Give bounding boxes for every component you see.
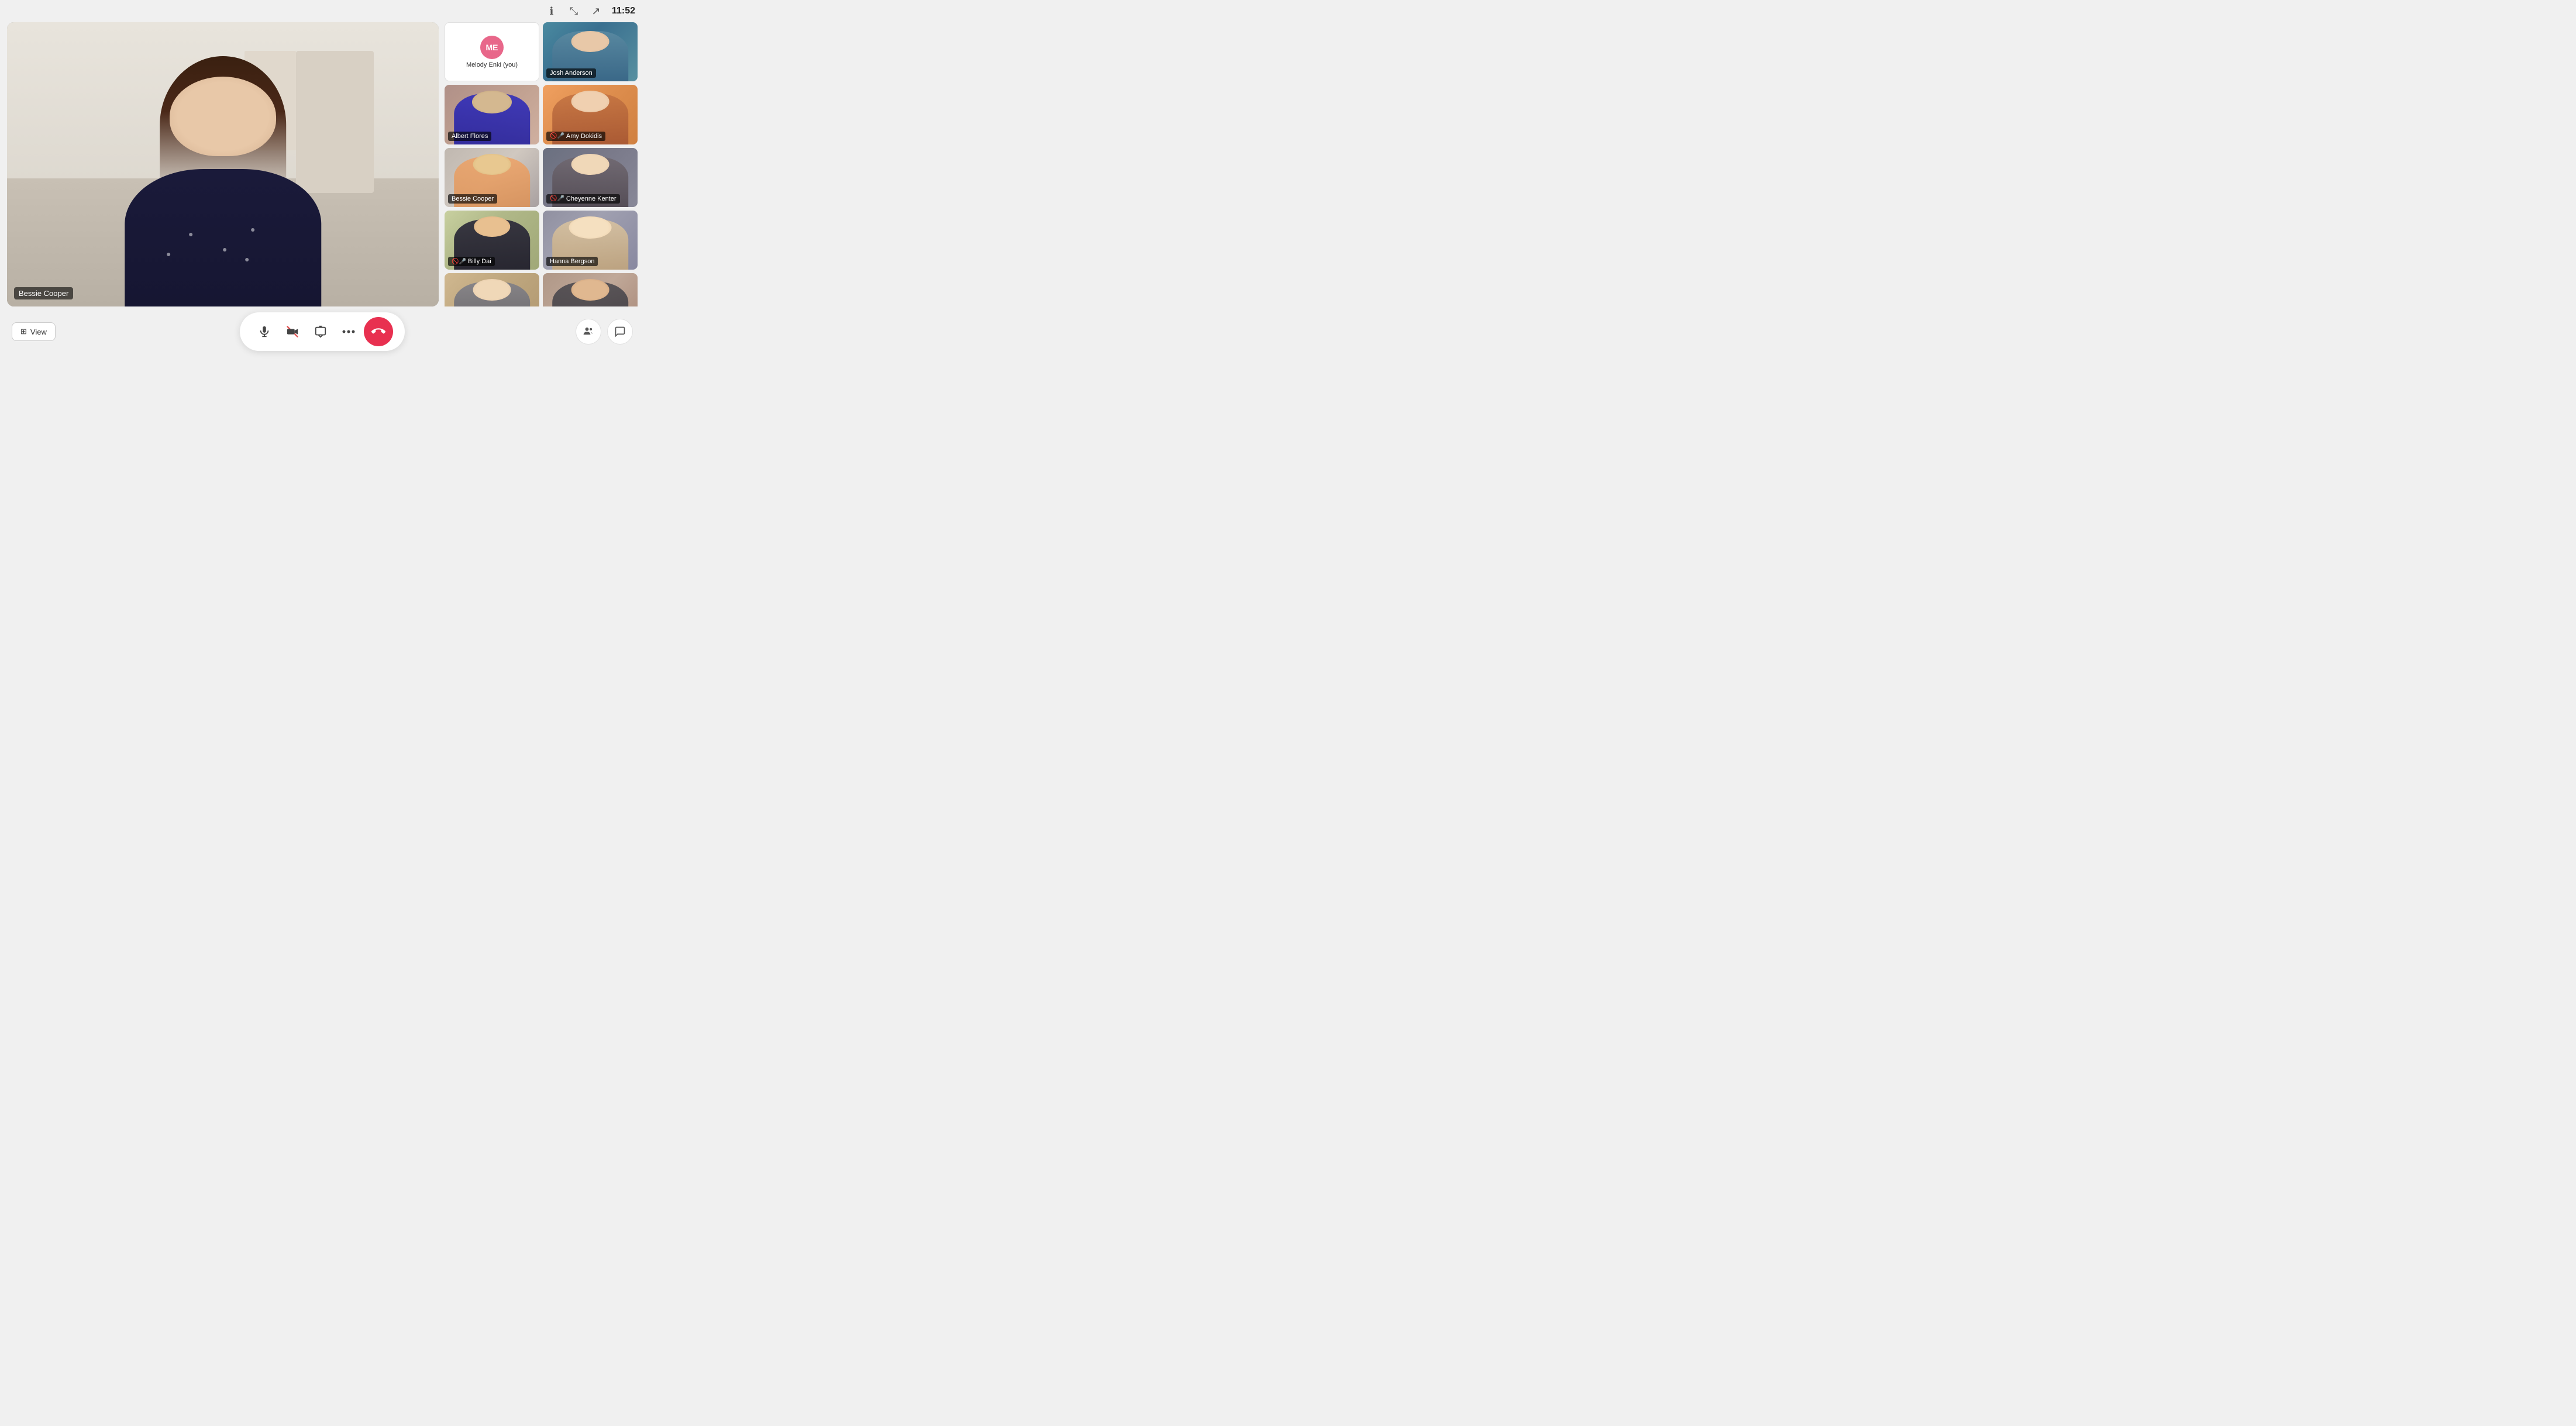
chat-button[interactable] bbox=[607, 319, 633, 345]
tile-hanna[interactable]: Hanna Bergson bbox=[543, 211, 638, 270]
popout-icon[interactable]: ↗ bbox=[590, 5, 602, 18]
hanna-label: Hanna Bergson bbox=[546, 257, 598, 266]
video-button[interactable] bbox=[280, 319, 305, 345]
tile-billy[interactable]: 🚫🎤Billy Dai bbox=[445, 211, 539, 270]
more-button[interactable] bbox=[336, 319, 361, 345]
tile-melody[interactable]: ME Melody Enki (you) bbox=[445, 22, 539, 81]
top-bar: ℹ ⤡ ↗ 11:52 bbox=[0, 0, 645, 22]
bottom-right-icons bbox=[576, 319, 633, 345]
tile-cheyenne[interactable]: 🚫🎤Cheyenne Kenter bbox=[543, 148, 638, 207]
view-button[interactable]: ⊞ View bbox=[12, 322, 56, 341]
view-label: View bbox=[30, 328, 47, 336]
tile-kathryn[interactable]: Kathryn Murphy bbox=[445, 273, 539, 306]
end-call-button[interactable] bbox=[364, 317, 393, 346]
tile-amy[interactable]: 🚫🎤Amy Dokidis bbox=[543, 85, 638, 144]
main-video: Bessie Cooper bbox=[7, 22, 439, 306]
josh-label: Josh Anderson bbox=[546, 68, 596, 78]
mic-button[interactable] bbox=[252, 319, 277, 345]
right-panel: ME Melody Enki (you) Josh Anderson Alber… bbox=[439, 22, 638, 306]
cheyenne-muted-icon: 🚫🎤 bbox=[550, 195, 564, 202]
amy-label: 🚫🎤Amy Dokidis bbox=[546, 132, 605, 141]
billy-muted-icon: 🚫🎤 bbox=[452, 259, 466, 265]
clock: 11:52 bbox=[612, 6, 635, 16]
main-video-feed bbox=[7, 22, 439, 306]
shrink-icon[interactable]: ⤡ bbox=[567, 5, 580, 18]
controls-pill bbox=[240, 312, 405, 351]
tile-josh[interactable]: Josh Anderson bbox=[543, 22, 638, 81]
participants-grid: ME Melody Enki (you) Josh Anderson Alber… bbox=[445, 22, 638, 306]
amy-muted-icon: 🚫🎤 bbox=[550, 133, 564, 139]
bessie-label: Bessie Cooper bbox=[448, 194, 497, 204]
people-button[interactable] bbox=[576, 319, 601, 345]
albert-label: Albert Flores bbox=[448, 132, 491, 141]
bottom-bar: ⊞ View bbox=[0, 306, 645, 357]
tile-albert[interactable]: Albert Flores bbox=[445, 85, 539, 144]
tile-bessie[interactable]: Bessie Cooper bbox=[445, 148, 539, 207]
melody-avatar: ME bbox=[480, 36, 504, 59]
main-video-label: Bessie Cooper bbox=[14, 287, 73, 299]
tile-kasey[interactable]: Kasey George bbox=[543, 273, 638, 306]
share-button[interactable] bbox=[308, 319, 333, 345]
main-content: Bessie Cooper ME Melody Enki (you) Josh … bbox=[0, 22, 645, 306]
billy-label: 🚫🎤Billy Dai bbox=[448, 257, 495, 266]
view-icon: ⊞ bbox=[20, 327, 27, 336]
cheyenne-label: 🚫🎤Cheyenne Kenter bbox=[546, 194, 620, 204]
info-icon[interactable]: ℹ bbox=[545, 5, 558, 18]
melody-name: Melody Enki (you) bbox=[466, 61, 518, 68]
